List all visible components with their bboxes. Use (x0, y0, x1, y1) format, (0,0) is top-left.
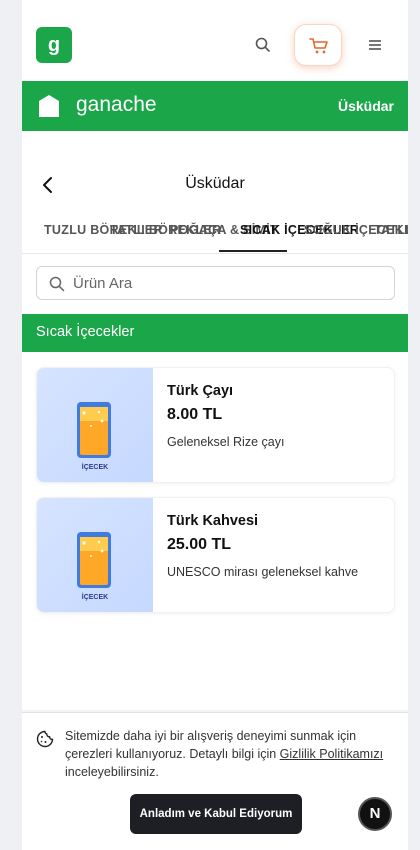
brand-location[interactable]: Üsküdar (338, 98, 394, 114)
privacy-policy-link[interactable]: Gizlilik Politikamızı (280, 747, 384, 761)
product-description: Geleneksel Rize çayı (167, 435, 285, 449)
drink-glass-icon (77, 532, 111, 588)
active-tab-indicator (219, 250, 287, 252)
dev-tools-badge[interactable]: N (358, 797, 392, 831)
search-icon[interactable] (254, 36, 272, 54)
accept-cookies-button[interactable]: Anladım ve Kabul Ediyorum (130, 794, 302, 834)
tab-tatlilar[interactable]: TATLILAR (374, 223, 408, 237)
product-image: İÇECEK (37, 498, 153, 612)
menu-icon[interactable] (368, 38, 382, 52)
product-price: 25.00 TL (167, 536, 232, 553)
cart-button[interactable] (294, 24, 342, 66)
app-logo[interactable]: g (36, 27, 72, 63)
house-icon (39, 95, 59, 117)
search-input[interactable] (73, 271, 383, 295)
category-tabs: TUZLU BÖREKLER TATLI BÖREKLER POĞAÇA & S… (22, 214, 408, 254)
cart-icon (309, 38, 328, 54)
cookie-text-after: inceleyebilirsiniz. (65, 765, 159, 779)
product-card[interactable]: İÇECEK Türk Çayı 8.00 TL Geleneksel Rize… (36, 367, 395, 483)
brand-bar: ganache Üsküdar (22, 81, 408, 131)
page-title: Üsküdar (185, 175, 245, 192)
cookie-message: Sitemizde daha iyi bir alışveriş deneyim… (65, 727, 395, 781)
top-header: g (22, 0, 408, 80)
image-label: İÇECEK (81, 464, 109, 471)
category-header: Sıcak İçecekler (22, 314, 408, 352)
product-description: UNESCO mirası geleneksel kahve (167, 565, 359, 579)
drink-glass-icon (77, 402, 111, 458)
product-card[interactable]: İÇECEK Türk Kahvesi 25.00 TL UNESCO mira… (36, 497, 395, 613)
app-frame: g ganache Üsküdar Üsküdar TUZLU BÖREKLER… (22, 0, 408, 850)
product-price: 8.00 TL (167, 406, 223, 423)
cookie-icon (36, 730, 54, 748)
image-label: İÇECEK (81, 594, 109, 601)
product-name: Türk Çayı (167, 383, 234, 399)
cookie-banner: Sitemizde daha iyi bir alışveriş deneyim… (22, 712, 408, 850)
product-image: İÇECEK (37, 368, 153, 482)
search-box (36, 266, 395, 300)
product-name: Türk Kahvesi (167, 513, 259, 529)
search-icon (49, 276, 65, 292)
brand-name: ganache (76, 93, 157, 116)
